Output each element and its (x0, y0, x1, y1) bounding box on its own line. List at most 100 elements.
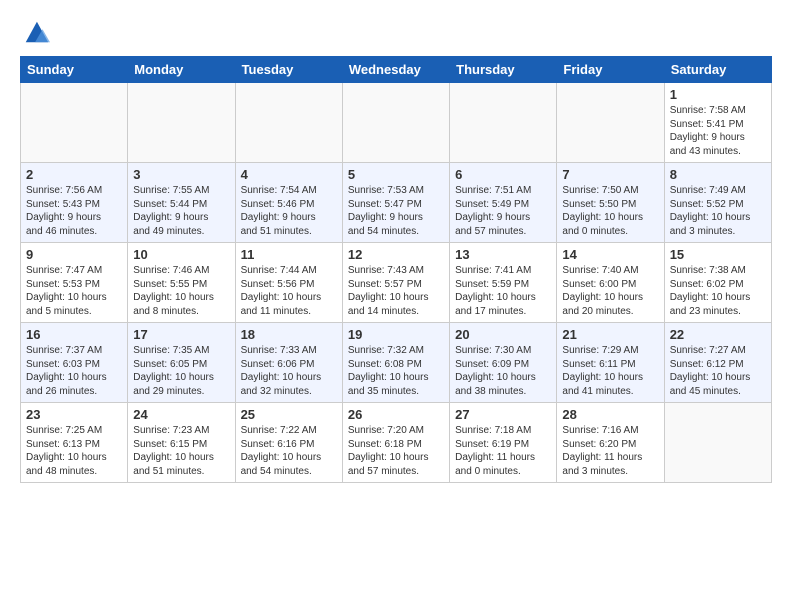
calendar-cell: 1 Sunrise: 7:58 AM Sunset: 5:41 PM Daylig… (664, 83, 771, 163)
calendar-cell: 18 Sunrise: 7:33 AM Sunset: 6:06 PM Dayli… (235, 323, 342, 403)
day-number: 11 (241, 247, 337, 262)
calendar-table: SundayMondayTuesdayWednesdayThursdayFrid… (20, 56, 772, 483)
calendar-header-friday: Friday (557, 57, 664, 83)
day-number: 18 (241, 327, 337, 342)
calendar-cell: 27Sunrise: 7:18 AM Sunset: 6:19 PM Dayli… (450, 403, 557, 483)
logo-icon (22, 18, 50, 46)
calendar-week-row: 1 Sunrise: 7:58 AM Sunset: 5:41 PM Daylig… (21, 83, 772, 163)
calendar-week-row: 23Sunrise: 7:25 AM Sunset: 6:13 PM Dayli… (21, 403, 772, 483)
calendar-cell: 3 Sunrise: 7:55 AM Sunset: 5:44 PM Daylig… (128, 163, 235, 243)
day-info: Sunrise: 7:46 AM Sunset: 5:55 PM Dayligh… (133, 264, 229, 318)
day-number: 17 (133, 327, 229, 342)
calendar-cell: 20 Sunrise: 7:30 AM Sunset: 6:09 PM Dayli… (450, 323, 557, 403)
calendar-header-row: SundayMondayTuesdayWednesdayThursdayFrid… (21, 57, 772, 83)
day-info: Sunrise: 7:44 AM Sunset: 5:56 PM Dayligh… (241, 264, 337, 318)
day-info: Sunrise: 7:54 AM Sunset: 5:46 PM Dayligh… (241, 184, 337, 238)
calendar-cell: 23Sunrise: 7:25 AM Sunset: 6:13 PM Dayli… (21, 403, 128, 483)
calendar-cell (342, 83, 449, 163)
calendar-cell: 21 Sunrise: 7:29 AM Sunset: 6:11 PM Dayli… (557, 323, 664, 403)
day-number: 20 (455, 327, 551, 342)
day-number: 9 (26, 247, 122, 262)
calendar-cell: 24 Sunrise: 7:23 AM Sunset: 6:15 PM Dayli… (128, 403, 235, 483)
day-number: 8 (670, 167, 766, 182)
day-info: Sunrise: 7:23 AM Sunset: 6:15 PM Dayligh… (133, 424, 229, 478)
day-info: Sunrise: 7:43 AM Sunset: 5:57 PM Dayligh… (348, 264, 444, 318)
day-info: Sunrise: 7:29 AM Sunset: 6:11 PM Dayligh… (562, 344, 658, 398)
calendar-cell: 8 Sunrise: 7:49 AM Sunset: 5:52 PM Daylig… (664, 163, 771, 243)
calendar-cell: 17 Sunrise: 7:35 AM Sunset: 6:05 PM Dayli… (128, 323, 235, 403)
logo (20, 22, 50, 46)
calendar-cell: 9 Sunrise: 7:47 AM Sunset: 5:53 PM Daylig… (21, 243, 128, 323)
calendar-cell: 11 Sunrise: 7:44 AM Sunset: 5:56 PM Dayli… (235, 243, 342, 323)
calendar-cell (557, 83, 664, 163)
calendar-header-wednesday: Wednesday (342, 57, 449, 83)
calendar-cell: 6 Sunrise: 7:51 AM Sunset: 5:49 PM Daylig… (450, 163, 557, 243)
page: SundayMondayTuesdayWednesdayThursdayFrid… (0, 0, 792, 493)
calendar-cell: 13 Sunrise: 7:41 AM Sunset: 5:59 PM Dayli… (450, 243, 557, 323)
day-info: Sunrise: 7:32 AM Sunset: 6:08 PM Dayligh… (348, 344, 444, 398)
calendar-cell: 10 Sunrise: 7:46 AM Sunset: 5:55 PM Dayli… (128, 243, 235, 323)
day-number: 19 (348, 327, 444, 342)
calendar-cell: 25 Sunrise: 7:22 AM Sunset: 6:16 PM Dayli… (235, 403, 342, 483)
calendar-cell (664, 403, 771, 483)
calendar-cell: 2 Sunrise: 7:56 AM Sunset: 5:43 PM Daylig… (21, 163, 128, 243)
day-number: 22 (670, 327, 766, 342)
day-number: 7 (562, 167, 658, 182)
calendar-week-row: 9 Sunrise: 7:47 AM Sunset: 5:53 PM Daylig… (21, 243, 772, 323)
day-number: 14 (562, 247, 658, 262)
header (20, 18, 772, 46)
day-info: Sunrise: 7:16 AM Sunset: 6:20 PM Dayligh… (562, 424, 658, 478)
calendar-cell (128, 83, 235, 163)
day-number: 21 (562, 327, 658, 342)
day-number: 3 (133, 167, 229, 182)
day-number: 26 (348, 407, 444, 422)
day-number: 24 (133, 407, 229, 422)
day-number: 23 (26, 407, 122, 422)
day-info: Sunrise: 7:20 AM Sunset: 6:18 PM Dayligh… (348, 424, 444, 478)
day-number: 6 (455, 167, 551, 182)
day-info: Sunrise: 7:58 AM Sunset: 5:41 PM Dayligh… (670, 104, 766, 158)
day-info: Sunrise: 7:49 AM Sunset: 5:52 PM Dayligh… (670, 184, 766, 238)
day-info: Sunrise: 7:41 AM Sunset: 5:59 PM Dayligh… (455, 264, 551, 318)
calendar-cell: 14 Sunrise: 7:40 AM Sunset: 6:00 PM Dayli… (557, 243, 664, 323)
calendar-week-row: 16Sunrise: 7:37 AM Sunset: 6:03 PM Dayli… (21, 323, 772, 403)
day-number: 2 (26, 167, 122, 182)
calendar-cell: 4 Sunrise: 7:54 AM Sunset: 5:46 PM Daylig… (235, 163, 342, 243)
day-number: 4 (241, 167, 337, 182)
day-info: Sunrise: 7:35 AM Sunset: 6:05 PM Dayligh… (133, 344, 229, 398)
day-number: 25 (241, 407, 337, 422)
day-info: Sunrise: 7:51 AM Sunset: 5:49 PM Dayligh… (455, 184, 551, 238)
calendar-cell: 5 Sunrise: 7:53 AM Sunset: 5:47 PM Daylig… (342, 163, 449, 243)
calendar-cell: 19 Sunrise: 7:32 AM Sunset: 6:08 PM Dayli… (342, 323, 449, 403)
day-info: Sunrise: 7:27 AM Sunset: 6:12 PM Dayligh… (670, 344, 766, 398)
calendar-cell: 16Sunrise: 7:37 AM Sunset: 6:03 PM Dayli… (21, 323, 128, 403)
day-number: 13 (455, 247, 551, 262)
day-info: Sunrise: 7:56 AM Sunset: 5:43 PM Dayligh… (26, 184, 122, 238)
calendar-cell: 22 Sunrise: 7:27 AM Sunset: 6:12 PM Dayli… (664, 323, 771, 403)
calendar-header-tuesday: Tuesday (235, 57, 342, 83)
day-info: Sunrise: 7:47 AM Sunset: 5:53 PM Dayligh… (26, 264, 122, 318)
day-info: Sunrise: 7:50 AM Sunset: 5:50 PM Dayligh… (562, 184, 658, 238)
calendar-header-thursday: Thursday (450, 57, 557, 83)
calendar-cell: 26 Sunrise: 7:20 AM Sunset: 6:18 PM Dayli… (342, 403, 449, 483)
day-info: Sunrise: 7:18 AM Sunset: 6:19 PM Dayligh… (455, 424, 551, 478)
day-info: Sunrise: 7:53 AM Sunset: 5:47 PM Dayligh… (348, 184, 444, 238)
day-number: 1 (670, 87, 766, 102)
calendar-cell: 28 Sunrise: 7:16 AM Sunset: 6:20 PM Dayli… (557, 403, 664, 483)
day-info: Sunrise: 7:40 AM Sunset: 6:00 PM Dayligh… (562, 264, 658, 318)
day-number: 12 (348, 247, 444, 262)
day-info: Sunrise: 7:33 AM Sunset: 6:06 PM Dayligh… (241, 344, 337, 398)
day-info: Sunrise: 7:55 AM Sunset: 5:44 PM Dayligh… (133, 184, 229, 238)
day-number: 16 (26, 327, 122, 342)
calendar-cell: 7 Sunrise: 7:50 AM Sunset: 5:50 PM Daylig… (557, 163, 664, 243)
calendar-cell: 12 Sunrise: 7:43 AM Sunset: 5:57 PM Dayli… (342, 243, 449, 323)
day-info: Sunrise: 7:30 AM Sunset: 6:09 PM Dayligh… (455, 344, 551, 398)
day-info: Sunrise: 7:22 AM Sunset: 6:16 PM Dayligh… (241, 424, 337, 478)
day-number: 15 (670, 247, 766, 262)
calendar-cell: 15Sunrise: 7:38 AM Sunset: 6:02 PM Dayli… (664, 243, 771, 323)
day-number: 28 (562, 407, 658, 422)
day-number: 10 (133, 247, 229, 262)
day-number: 5 (348, 167, 444, 182)
calendar-header-sunday: Sunday (21, 57, 128, 83)
calendar-cell (235, 83, 342, 163)
